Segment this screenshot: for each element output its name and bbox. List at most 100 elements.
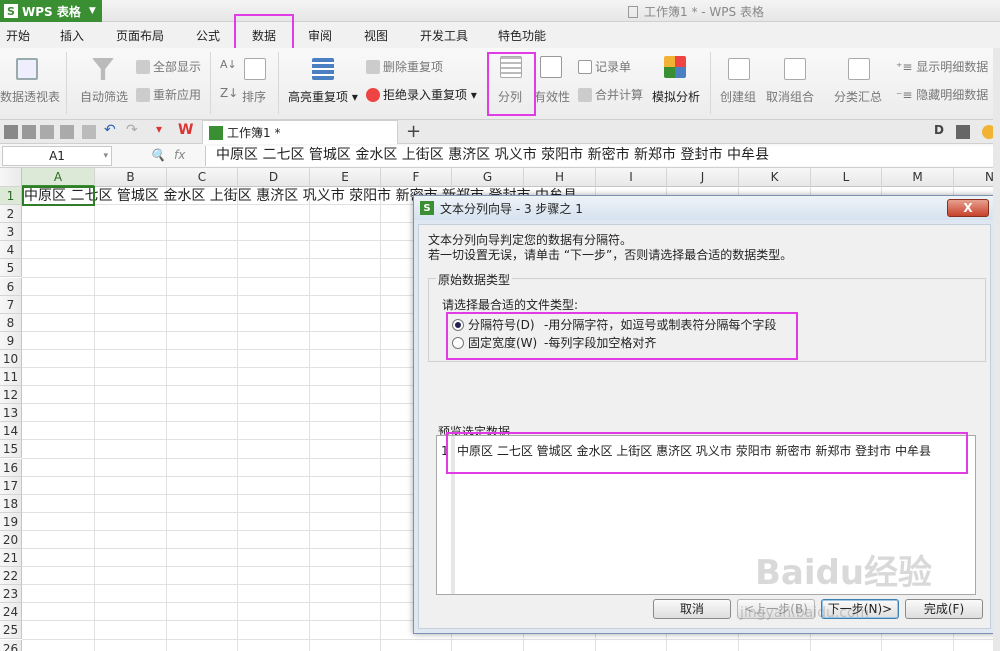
row-header-11[interactable]: 11 bbox=[0, 368, 22, 386]
row-header-25[interactable]: 25 bbox=[0, 621, 22, 640]
name-box[interactable]: A1 ▾ bbox=[2, 146, 112, 166]
column-header-e[interactable]: E bbox=[310, 168, 381, 187]
close-button[interactable]: X bbox=[947, 199, 989, 217]
wps-logo-icon: S bbox=[420, 201, 434, 215]
reapply-button[interactable]: 重新应用 bbox=[136, 86, 201, 103]
row-header-21[interactable]: 21 bbox=[0, 549, 22, 567]
row-header-20[interactable]: 20 bbox=[0, 530, 22, 549]
menu-page-layout[interactable]: 页面布局 bbox=[116, 27, 164, 44]
sort-button[interactable]: 排序 bbox=[242, 88, 266, 105]
row-header-4[interactable]: 4 bbox=[0, 241, 22, 260]
column-header-m[interactable]: M bbox=[882, 168, 954, 187]
row-header-23[interactable]: 23 bbox=[0, 585, 22, 604]
form-icon bbox=[578, 60, 592, 74]
row-header-10[interactable]: 10 bbox=[0, 349, 22, 368]
sort-ascending-icon[interactable]: A↓ bbox=[220, 58, 237, 71]
show-all-button[interactable]: 全部显示 bbox=[136, 58, 201, 75]
remove-duplicates-icon bbox=[366, 60, 380, 74]
row-header-8[interactable]: 8 bbox=[0, 313, 22, 332]
wps-w-icon[interactable]: W bbox=[178, 122, 193, 138]
row-header-22[interactable]: 22 bbox=[0, 567, 22, 586]
chevron-down-icon: ▾ bbox=[103, 151, 108, 161]
menu-formula[interactable]: 公式 bbox=[196, 27, 220, 44]
create-group-button[interactable]: 创建组 bbox=[720, 88, 756, 105]
column-header-g[interactable]: G bbox=[452, 168, 524, 187]
save-icon[interactable] bbox=[40, 125, 54, 139]
row-header-2[interactable]: 2 bbox=[0, 205, 22, 224]
preview-icon[interactable] bbox=[82, 125, 96, 139]
column-header-j[interactable]: J bbox=[667, 168, 739, 187]
intro-line-2: 若一切设置无误，请单击 “下一步”，否则请选择最合适的数据类型。 bbox=[428, 248, 793, 262]
menu-special[interactable]: 特色功能 bbox=[498, 27, 546, 44]
formula-input[interactable]: 中原区 二七区 管城区 金水区 上街区 惠济区 巩义市 荥阳市 新密市 新郑市 … bbox=[205, 146, 1000, 166]
new-tab-button[interactable]: + bbox=[406, 121, 421, 142]
column-header-a[interactable]: A bbox=[22, 168, 95, 187]
menu-bar: 开始 插入 页面布局 公式 数据 审阅 视图 开发工具 特色功能 bbox=[0, 22, 1000, 48]
row-header-13[interactable]: 13 bbox=[0, 404, 22, 423]
row-header-17[interactable]: 17 bbox=[0, 476, 22, 495]
redo-icon[interactable]: ↷ bbox=[126, 122, 140, 138]
app-menu-button[interactable]: S WPS 表格 ▼ bbox=[0, 0, 102, 22]
group-label: 原始数据类型 bbox=[436, 271, 513, 288]
undo-icon[interactable]: ↶ bbox=[104, 122, 118, 138]
row-header-14[interactable]: 14 bbox=[0, 422, 22, 441]
row-header-9[interactable]: 9 bbox=[0, 331, 22, 350]
customize-icon[interactable]: ▾ bbox=[156, 122, 170, 136]
fx-icon[interactable]: fx bbox=[174, 148, 185, 162]
quick-access-toolbar: ↶ ↷ ▾ W D bbox=[0, 120, 1000, 144]
ungroup-button[interactable]: 取消组合 bbox=[766, 88, 814, 105]
row-header-12[interactable]: 12 bbox=[0, 386, 22, 405]
row-header-6[interactable]: 6 bbox=[0, 277, 22, 296]
subtotal-button[interactable]: 分类汇总 bbox=[834, 88, 882, 105]
column-header-d[interactable]: D bbox=[238, 168, 310, 187]
row-header-26[interactable]: 26 bbox=[0, 639, 22, 651]
row-header-3[interactable]: 3 bbox=[0, 223, 22, 242]
new-icon[interactable] bbox=[4, 125, 18, 139]
column-header-l[interactable]: L bbox=[811, 168, 882, 187]
d-icon[interactable]: D bbox=[934, 123, 948, 137]
pivot-table-icon bbox=[16, 58, 38, 80]
highlight-duplicates-button[interactable]: 高亮重复项 ▾ bbox=[288, 88, 358, 105]
remove-duplicates-button[interactable]: 删除重复项 bbox=[366, 58, 443, 75]
row-header-5[interactable]: 5 bbox=[0, 259, 22, 278]
column-header-c[interactable]: C bbox=[167, 168, 238, 187]
select-all-corner[interactable] bbox=[0, 168, 22, 187]
tab-workbook1[interactable]: 工作簿1 * bbox=[202, 120, 398, 144]
consolidate-button[interactable]: 合并计算 bbox=[578, 86, 643, 103]
column-header-f[interactable]: F bbox=[381, 168, 452, 187]
sort-descending-icon[interactable]: Z↓ bbox=[220, 86, 238, 100]
pivot-table-button[interactable]: 数据透视表 bbox=[0, 88, 60, 105]
hide-detail-button[interactable]: ⁻≡ 隐藏明细数据 bbox=[896, 86, 988, 103]
menu-home[interactable]: 开始 bbox=[6, 27, 30, 44]
column-header-h[interactable]: H bbox=[524, 168, 596, 187]
zoom-icon[interactable]: 🔍 bbox=[150, 148, 165, 162]
what-if-button[interactable]: 模拟分析 bbox=[652, 88, 700, 105]
reject-duplicates-button[interactable]: 拒绝录入重复项 ▾ bbox=[366, 86, 477, 103]
record-form-button[interactable]: 记录单 bbox=[578, 58, 631, 75]
menu-insert[interactable]: 插入 bbox=[60, 27, 84, 44]
row-header-19[interactable]: 19 bbox=[0, 512, 22, 531]
row-header-7[interactable]: 7 bbox=[0, 295, 22, 314]
right-scrollbar[interactable] bbox=[993, 48, 1000, 651]
row-header-16[interactable]: 16 bbox=[0, 458, 22, 477]
menu-view[interactable]: 视图 bbox=[364, 27, 388, 44]
row-header-18[interactable]: 18 bbox=[0, 494, 22, 513]
column-header-k[interactable]: K bbox=[739, 168, 811, 187]
print-icon[interactable] bbox=[60, 125, 74, 139]
finish-button[interactable]: 完成(F) bbox=[905, 599, 983, 619]
cancel-button[interactable]: 取消 bbox=[653, 599, 731, 619]
column-header-b[interactable]: B bbox=[95, 168, 167, 187]
show-detail-button[interactable]: ⁺≡ 显示明细数据 bbox=[896, 58, 988, 75]
column-header-i[interactable]: I bbox=[596, 168, 667, 187]
menu-developer[interactable]: 开发工具 bbox=[420, 27, 468, 44]
open-icon[interactable] bbox=[22, 125, 36, 139]
flag-icon[interactable] bbox=[956, 125, 970, 139]
validity-icon bbox=[540, 56, 562, 78]
consolidate-icon bbox=[578, 88, 592, 102]
row-header-24[interactable]: 24 bbox=[0, 603, 22, 622]
row-header-15[interactable]: 15 bbox=[0, 440, 22, 459]
row-header-1[interactable]: 1 bbox=[0, 187, 22, 205]
validity-button[interactable]: 有效性 bbox=[534, 88, 570, 105]
menu-review[interactable]: 审阅 bbox=[308, 27, 332, 44]
autofilter-button[interactable]: 自动筛选 bbox=[80, 88, 128, 105]
